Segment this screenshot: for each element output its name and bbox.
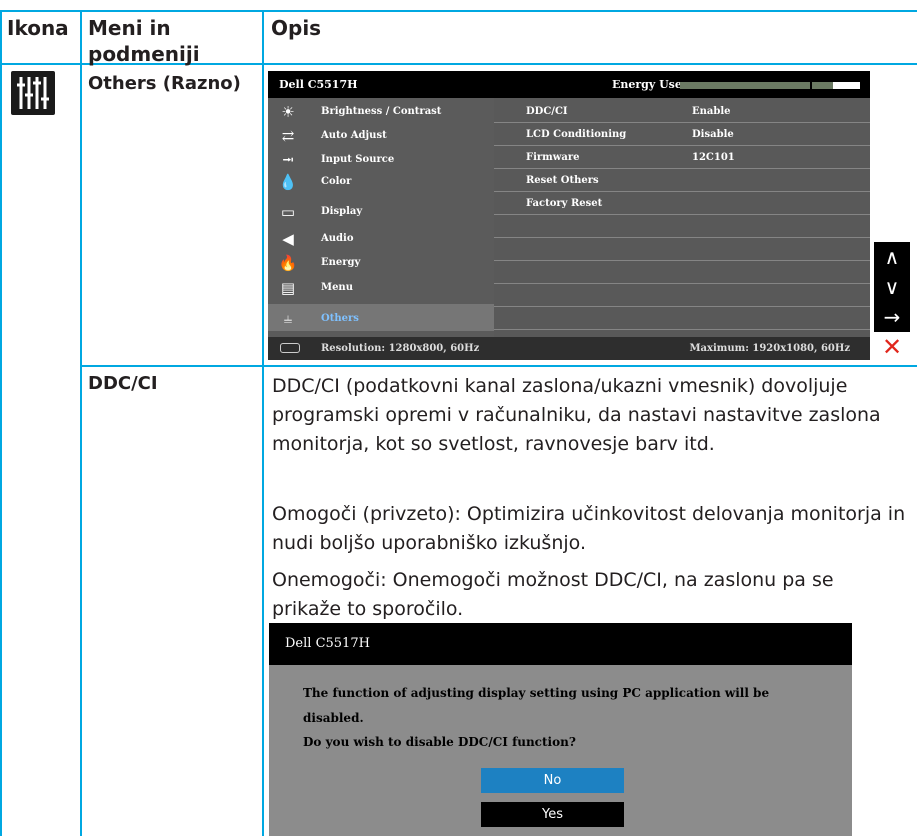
osd-item-input-source[interactable]: ⭲ Input Source — [268, 148, 494, 172]
maximum-resolution-text: Maximum: 1920x1080, 60Hz — [689, 343, 850, 354]
osd-brand: Dell C5517H — [279, 78, 358, 91]
energy-use-marker — [810, 82, 812, 89]
yes-button[interactable]: Yes — [481, 802, 624, 827]
energy-use-label: Energy Use — [612, 78, 682, 91]
dialog-question: Do you wish to disable DDC/CI function? — [303, 735, 576, 749]
display-icon: ▭ — [280, 203, 296, 221]
table-col2-rule — [262, 10, 264, 836]
header-icon: Ikona — [7, 16, 69, 40]
auto-adjust-icon: ⇄ — [281, 127, 295, 145]
close-icon[interactable]: ✕ — [874, 332, 910, 362]
table-top-rule — [0, 10, 917, 12]
submenu-key: Factory Reset — [526, 198, 603, 209]
osd-item-label: Menu — [321, 282, 353, 293]
osd-item-others[interactable]: ⫨ Others — [268, 304, 494, 331]
header-menu: Meni in podmeniji — [88, 16, 200, 66]
submenu-empty-row — [494, 307, 870, 330]
up-arrow-icon[interactable]: ∧ — [874, 242, 910, 272]
menu-ddc-ci-label: DDC/CI — [88, 373, 158, 394]
osd-item-color[interactable]: 💧 Color — [268, 170, 494, 194]
osd-item-label: Others — [321, 313, 359, 324]
submenu-firmware: Firmware 12C101 — [494, 146, 870, 169]
others-icon: ⫨ — [283, 309, 293, 327]
ddc-ci-warning-dialog: Dell C5517H The function of adjusting di… — [269, 623, 852, 836]
audio-icon: ◀ — [282, 230, 294, 248]
energy-icon: 🔥 — [278, 254, 298, 272]
resolution-text: Resolution: 1280x800, 60Hz — [321, 343, 480, 354]
right-arrow-icon[interactable]: → — [874, 302, 910, 332]
submenu-key: Reset Others — [526, 175, 599, 186]
color-icon: 💧 — [278, 173, 298, 191]
description-paragraph-1: DDC/CI (podatkovni kanal zaslona/ukazni … — [272, 375, 881, 455]
osd-item-label: Auto Adjust — [321, 130, 387, 141]
energy-use-bar — [680, 82, 860, 89]
description-paragraph-3: Onemogoči: Onemogoči možnost DDC/CI, na … — [272, 569, 834, 620]
osd-item-brightness[interactable]: ☀ Brightness / Contrast — [268, 100, 494, 124]
submenu-empty-row — [494, 261, 870, 284]
menu-others-label: Others (Razno) — [88, 73, 241, 94]
vga-connector-icon — [280, 343, 300, 353]
osd-item-label: Energy — [321, 257, 361, 268]
submenu-value: 12C101 — [692, 152, 735, 163]
dialog-message-line: disabled. — [303, 711, 364, 725]
osd-title-bar: Dell C5517H Energy Use — [268, 71, 870, 98]
submenu-ddc-ci[interactable]: DDC/CI Enable — [494, 100, 870, 123]
input-source-icon: ⭲ — [282, 151, 294, 169]
osd-menu: Dell C5517H Energy Use ☀ Brightness / Co… — [268, 71, 870, 360]
header-description: Opis — [271, 16, 322, 40]
dialog-title-bar: Dell C5517H — [269, 623, 852, 665]
osd-item-display[interactable]: ▭ Display — [268, 200, 494, 224]
description-paragraph-2: Omogoči (privzeto): Optimizira učinkovit… — [272, 503, 906, 554]
table-col1-rule — [80, 10, 82, 836]
down-arrow-icon[interactable]: ∨ — [874, 272, 910, 302]
submenu-key: Firmware — [526, 152, 580, 163]
menu-icon: ▤ — [280, 279, 296, 297]
osd-main-menu: ☀ Brightness / Contrast ⇄ Auto Adjust ⭲ … — [268, 98, 494, 337]
submenu-empty-row — [494, 215, 870, 238]
dialog-message-line: The function of adjusting display settin… — [303, 686, 770, 700]
dialog-title: Dell C5517H — [285, 636, 370, 651]
submenu-empty-row — [494, 284, 870, 307]
osd-item-label: Display — [321, 206, 363, 217]
submenu-factory-reset[interactable]: Factory Reset — [494, 192, 870, 215]
submenu-value: Enable — [692, 106, 731, 117]
submenu-value: Disable — [692, 129, 734, 140]
osd-submenu: DDC/CI Enable LCD Conditioning Disable F… — [494, 98, 870, 337]
osd-item-label: Audio — [321, 233, 354, 244]
osd-item-energy[interactable]: 🔥 Energy — [268, 251, 494, 275]
osd-item-auto-adjust[interactable]: ⇄ Auto Adjust — [268, 124, 494, 148]
submenu-key: LCD Conditioning — [526, 129, 627, 140]
osd-status-bar: Resolution: 1280x800, 60Hz Maximum: 1920… — [268, 337, 870, 360]
table-left-rule — [0, 10, 2, 836]
brightness-icon: ☀ — [281, 103, 295, 121]
submenu-key: DDC/CI — [526, 106, 568, 117]
submenu-empty-row — [494, 238, 870, 261]
no-button[interactable]: No — [481, 768, 624, 793]
osd-item-label: Input Source — [321, 154, 395, 165]
osd-item-audio[interactable]: ◀ Audio — [268, 227, 494, 251]
others-icon — [11, 71, 55, 115]
osd-item-label: Brightness / Contrast — [321, 106, 442, 117]
osd-item-label: Color — [321, 176, 352, 187]
table-row-rule — [80, 365, 917, 367]
osd-item-menu[interactable]: ▤ Menu — [268, 276, 494, 300]
submenu-lcd-conditioning[interactable]: LCD Conditioning Disable — [494, 123, 870, 146]
submenu-reset-others[interactable]: Reset Others — [494, 169, 870, 192]
